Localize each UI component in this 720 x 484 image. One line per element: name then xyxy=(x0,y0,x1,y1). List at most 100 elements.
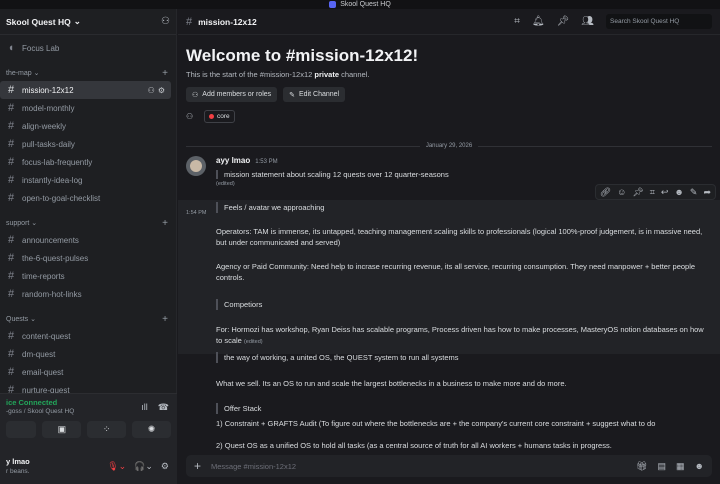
hash-icon: # xyxy=(7,252,15,264)
message-actions-toolbar: 🔗︎ ☺ 📌︎ ⌗ ↩ ☻ ✎ ➦ xyxy=(594,184,716,200)
hash-icon: # xyxy=(7,102,15,114)
message-line: Feels / avatar we approaching xyxy=(216,202,712,213)
message-input[interactable]: Message #mission-12x12 xyxy=(211,462,626,471)
gear-icon[interactable]: ⚙ xyxy=(158,86,165,95)
edited-label: (edited) xyxy=(243,339,263,345)
sidebar-item-the-6-quest-pulses[interactable]: # the-6-quest-pulses xyxy=(0,249,171,267)
message-author[interactable]: ayy lmao xyxy=(216,156,250,165)
mic-muted-icon[interactable]: 🎙⌄ xyxy=(107,461,126,472)
hash-icon: # xyxy=(7,174,15,186)
sidebar-item-pull-tasks-daily[interactable]: # pull-tasks-daily xyxy=(0,135,171,153)
activities-button[interactable]: ⁘ xyxy=(87,421,127,438)
gif-icon[interactable]: ▤ xyxy=(657,461,666,472)
hash-icon: # xyxy=(7,156,15,168)
window-title: Skool Quest HQ xyxy=(340,1,391,8)
search-input[interactable]: Search Skool Quest HQ xyxy=(606,14,712,29)
sidebar-item-email-quest[interactable]: # email-quest xyxy=(0,363,171,381)
threads-icon[interactable]: ⌗ xyxy=(514,16,520,27)
edit-icon[interactable]: ✎ xyxy=(690,187,698,198)
headphones-icon[interactable]: 🎧⌄ xyxy=(134,461,153,472)
hash-icon: # xyxy=(7,270,15,282)
link-icon[interactable]: 🔗︎ xyxy=(600,187,611,198)
channel-title: mission-12x12 xyxy=(198,16,257,27)
sidebar-item-announcements[interactable]: # announcements xyxy=(0,231,171,249)
sidebar-item-mission-12x12[interactable]: # mission-12x12 ⚇ ⚙ xyxy=(0,81,171,99)
role-chip[interactable]: core xyxy=(204,110,235,123)
sidebar-item-instantly-idea-log[interactable]: # instantly-idea-log xyxy=(0,171,171,189)
add-channel-icon[interactable]: + xyxy=(162,314,168,325)
message-line: Agency or Paid Community: Need help to i… xyxy=(216,262,696,282)
window-titlebar: Skool Quest HQ xyxy=(0,0,720,9)
message-line: For: Hormozi has workshop, Ryan Deiss ha… xyxy=(216,325,704,345)
add-member-icon[interactable]: ⚇ xyxy=(148,86,155,95)
category-quests[interactable]: Quests ⌄ + xyxy=(0,311,176,327)
channel-welcome: Welcome to #mission-12x12! This is the s… xyxy=(178,35,720,123)
message-timestamp: 1:53 PM xyxy=(255,159,278,165)
category-support[interactable]: support ⌄ + xyxy=(0,215,176,231)
welcome-title: Welcome to #mission-12x12! xyxy=(186,46,419,65)
server-name[interactable]: Skool Quest HQ ⌄ xyxy=(6,16,81,27)
avatar[interactable] xyxy=(186,156,206,176)
sidebar-item-content-quest[interactable]: # content-quest xyxy=(0,327,171,345)
hash-icon: # xyxy=(7,366,15,378)
invite-people-icon[interactable]: ⚇ xyxy=(161,16,170,27)
signal-icon[interactable]: ıll xyxy=(141,402,148,413)
sidebar-item-align-weekly[interactable]: # align-weekly xyxy=(0,117,171,135)
add-user-icon: ⚇ xyxy=(192,91,199,99)
sidebar-item-focus-lab-frequently[interactable]: # focus-lab-frequently xyxy=(0,153,171,171)
message: ayy lmao 1:53 PM mission statement about… xyxy=(186,156,712,187)
member-list-icon[interactable]: 👥︎ xyxy=(581,16,594,27)
pin-icon[interactable]: 📌︎ xyxy=(557,16,570,27)
gift-icon[interactable]: 🎁︎ xyxy=(636,461,647,472)
edit-channel-button[interactable]: ✎ Edit Channel xyxy=(283,87,346,102)
sticker-icon[interactable]: ▦ xyxy=(676,461,685,472)
emoji-icon[interactable]: ☻ xyxy=(695,461,704,472)
message-line: Operators: TAM is immense, its untapped,… xyxy=(216,227,703,247)
bell-icon[interactable]: 🔔︎ xyxy=(532,16,545,27)
forward-icon[interactable]: ➦ xyxy=(703,187,711,198)
channel-list: ◖ Focus Lab the-map ⌄ + # mission-12x12 … xyxy=(0,35,176,399)
sidebar-item-model-monthly[interactable]: # model-monthly xyxy=(0,99,171,117)
sidebar-item-random-hot-links[interactable]: # random-hot-links xyxy=(0,285,171,303)
add-members-button[interactable]: ⚇ Add members or roles xyxy=(186,87,278,102)
message-line: 1) Constraint + GRAFTS Audit (To figure … xyxy=(216,419,656,428)
sidebar-item-focus-lab[interactable]: ◖ Focus Lab xyxy=(0,39,171,57)
sidebar-item-open-to-goal-checklist[interactable]: # open-to-goal-checklist xyxy=(0,189,171,207)
camera-button[interactable] xyxy=(6,421,37,438)
hash-icon: # xyxy=(7,84,15,96)
message-timestamp: 1:54 PM xyxy=(186,210,207,216)
emoji-icon[interactable]: ☻ xyxy=(674,187,683,197)
soundboard-button[interactable]: ✺ xyxy=(132,421,171,438)
chat-main: # mission-12x12 ⌗ 🔔︎ 📌︎ 👥︎ Search Skool … xyxy=(178,9,720,484)
date-divider: January 29, 2026 xyxy=(186,141,712,151)
category-the-map[interactable]: the-map ⌄ + xyxy=(0,65,176,81)
gear-icon[interactable]: ⚙ xyxy=(161,461,169,472)
hash-icon: # xyxy=(186,15,193,28)
message-line: What we sell. Its an OS to run and scale… xyxy=(216,379,567,388)
reply-icon[interactable]: ↩ xyxy=(661,187,669,198)
hash-icon: # xyxy=(7,330,15,342)
members-icon: ⚇ xyxy=(186,111,194,121)
hash-icon: # xyxy=(7,348,15,360)
sidebar-item-time-reports[interactable]: # time-reports xyxy=(0,267,171,285)
hash-icon: # xyxy=(7,288,15,300)
channel-sidebar: Skool Quest HQ ⌄ ⚇ ◖ Focus Lab the-map ⌄… xyxy=(0,9,177,484)
hash-icon: # xyxy=(7,192,15,204)
user-panel: y lmao r beans. 🎙⌄ 🎧⌄ ⚙ xyxy=(0,451,177,484)
hash-icon: # xyxy=(7,138,15,150)
server-header[interactable]: Skool Quest HQ ⌄ ⚇ xyxy=(0,9,176,35)
add-channel-icon[interactable]: + xyxy=(162,218,168,229)
sidebar-item-dm-quest[interactable]: # dm-quest xyxy=(0,345,171,363)
threads-icon[interactable]: ⌗ xyxy=(650,187,655,198)
add-channel-icon[interactable]: + xyxy=(162,68,168,79)
upload-plus-icon[interactable]: + xyxy=(194,459,201,473)
screen-share-button[interactable]: ▣ xyxy=(42,421,82,438)
voice-connection-panel: ice Connected -goss / Skool Quest HQ ıll… xyxy=(0,393,177,451)
role-color-dot xyxy=(209,114,214,119)
hash-icon: # xyxy=(7,234,15,246)
reaction-icon[interactable]: ☺ xyxy=(617,187,626,197)
pencil-icon: ✎ xyxy=(289,91,296,99)
pin-icon[interactable]: 📌︎ xyxy=(632,187,643,198)
message-composer: + Message #mission-12x12 🎁︎ ▤ ▦ ☻ xyxy=(186,455,712,477)
disconnect-icon[interactable]: ☎ xyxy=(158,402,169,413)
